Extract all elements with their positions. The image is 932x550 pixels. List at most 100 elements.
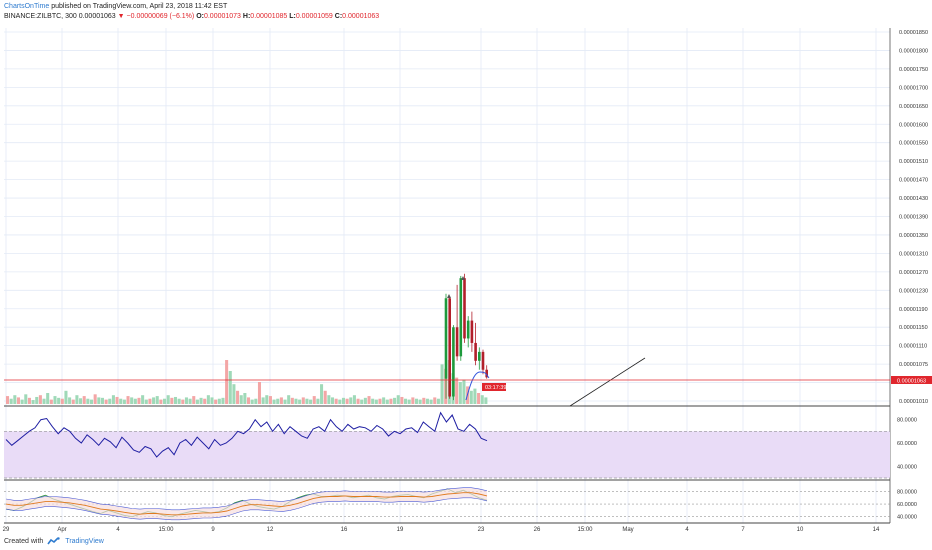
volume-bar [214,399,218,404]
y-tick-label: 0.00001390 [899,215,928,221]
y-tick-label: 0.00001550 [899,141,928,147]
volume-bar [480,395,484,404]
footer: Created with TradingView [4,537,104,546]
volume-bar [86,398,90,404]
volume-bar [345,398,349,404]
volume-bar [440,364,444,404]
volume-bar [225,360,229,404]
y-tick-label: 0.00001230 [899,288,928,294]
volume-bar [159,399,163,404]
volume-bar [283,399,287,404]
y-tick-label: 0.00001010 [899,399,928,405]
volume-bar [341,397,345,404]
volume-bar [298,399,302,404]
volume-bar [155,396,159,404]
volume-bar [122,399,126,404]
osc-tick-label: 80.0000 [897,489,917,495]
y-tick-label: 0.00001600 [899,122,928,128]
volume-bar [115,396,119,404]
last-price-badge-label: 0.00001063 [897,378,926,384]
volume-bar [330,397,335,404]
volume-bar [433,397,437,404]
rsi-band [4,431,890,478]
volume-bar [396,395,400,404]
candle-body [466,320,470,339]
volume-bar [272,399,276,404]
volume-bar [104,399,108,404]
volume-bar [97,397,101,404]
volume-bar [111,395,115,404]
volume-bar [71,399,75,404]
volume-bar [422,397,426,404]
tradingview-brand[interactable]: TradingView [65,538,104,545]
volume-bar [68,397,72,404]
volume-bar [294,398,298,404]
x-tick-label: Apr [57,527,66,533]
volume-bar [53,396,57,404]
y-tick-label: 0.00001270 [899,270,928,276]
volume-bar [320,384,324,404]
volume-bar [356,398,360,404]
volume-bar [425,398,429,404]
volume-bar [24,394,28,404]
volume-bar [152,397,156,404]
candle-body [478,351,481,361]
y-tick-label: 0.00001075 [899,362,928,368]
y-tick-label: 0.00001700 [899,85,928,91]
volume-bar [148,398,152,404]
volume-bar [42,398,46,404]
volume-bar [254,398,258,404]
volume-bar [192,396,196,404]
volume-bar [407,399,411,404]
candle-body [463,278,466,339]
volume-bar [360,399,364,404]
volume-bar [393,397,397,404]
rsi-tick-label: 40.0000 [897,464,917,470]
volume-bar [279,397,283,404]
x-tick-label: 29 [3,527,10,533]
tradingview-chart[interactable]: 29 Apr 4 15:00 9 12 16 19 23 26 15:00 May 4 7 10 14 0.00… [0,0,932,550]
volume-bar [141,395,145,404]
volume-bar [247,397,251,404]
volume-bar [414,398,419,404]
y-tick-label: 0.00001150 [899,325,928,331]
volume-bar [221,397,225,404]
volume-bar [93,394,97,404]
volume-bar [239,395,243,404]
volume-bar [374,399,378,404]
created-with-label: Created with [4,538,44,545]
volume-bar [236,390,240,404]
volume-bar [228,371,232,404]
volume-bar [60,398,64,404]
y-tick-label: 0.00001750 [899,67,928,73]
volume-bar [130,397,134,404]
volume-bar [477,393,481,404]
countdown-label: 03:17:39 [485,385,506,391]
y-tick-label: 0.00001650 [899,104,928,110]
volume-bar [301,397,305,404]
volume-bar [75,395,79,404]
volume-bar [287,395,291,404]
volume-bar [173,396,178,404]
volume-bar [203,398,207,404]
x-tick-label: 15:00 [158,527,174,533]
x-tick-label: 23 [478,527,485,533]
candle-body [459,278,463,357]
volume-bar [13,395,17,404]
volume-bar [309,399,313,404]
volume-bar [38,395,42,404]
x-tick-label: 4 [685,527,689,533]
volume-bar [473,388,477,404]
volume-bar [458,382,462,404]
volume-bar [188,398,192,404]
y-tick-label: 0.00001350 [899,233,928,239]
volume-bar [312,396,316,404]
volume-bar [195,399,199,404]
candle-body [470,320,474,343]
x-tick-label: 4 [116,527,120,533]
volume-bar [210,397,214,404]
volume-bar [163,398,167,404]
volume-bar [265,395,269,404]
volume-bar [290,397,294,404]
volume-bar [382,397,386,404]
